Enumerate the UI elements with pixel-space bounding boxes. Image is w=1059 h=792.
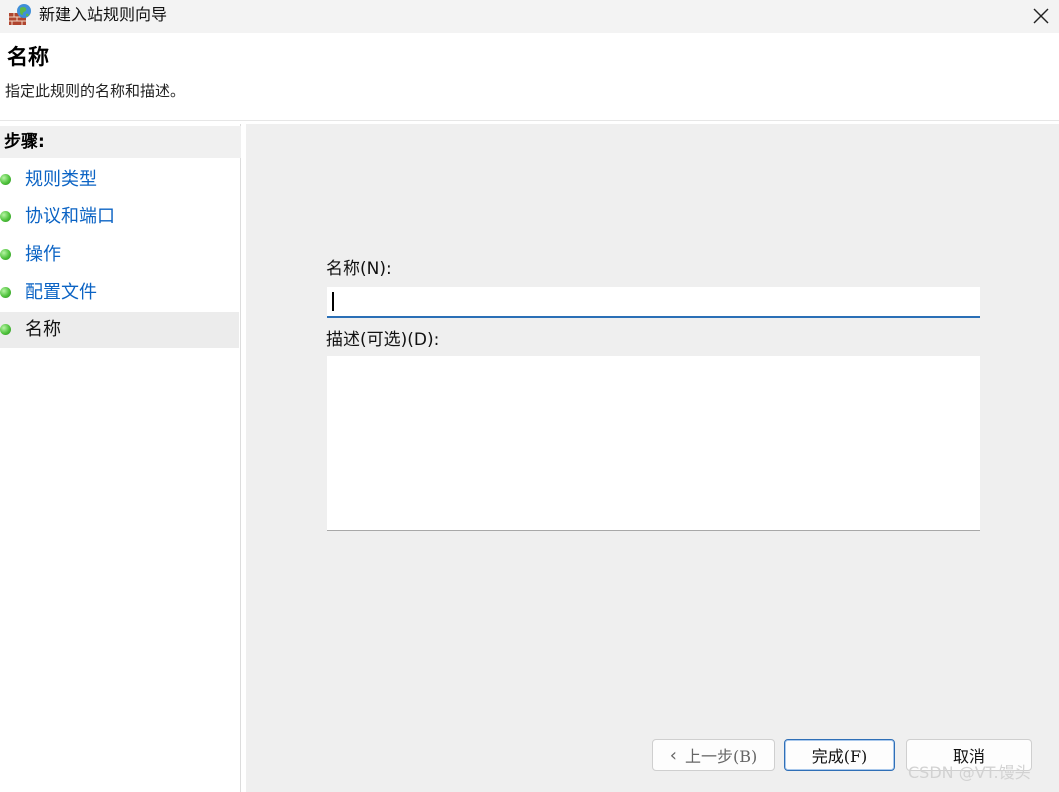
step-label: 操作 [25, 244, 61, 265]
page-title: 名称 [7, 45, 49, 69]
step-name[interactable]: 名称 [0, 312, 239, 348]
step-status-icon [0, 287, 11, 298]
wizard-header: 名称 指定此规则的名称和描述。 [0, 33, 1059, 121]
name-field-label: 名称(N): [326, 259, 392, 279]
step-action[interactable]: 操作 [0, 237, 239, 273]
step-label: 配置文件 [25, 282, 97, 303]
content-pane: 名称(N): 描述(可选)(D): ‹ 上一步(B) 完成(F) 取消 [246, 124, 1059, 792]
step-protocol-and-ports[interactable]: 协议和端口 [0, 199, 239, 235]
back-button[interactable]: ‹ 上一步(B) [652, 739, 775, 771]
steps-heading: 步骤: [0, 126, 241, 158]
description-field-label: 描述(可选)(D): [326, 330, 440, 350]
close-button[interactable] [1022, 0, 1059, 31]
firewall-globe-icon [8, 3, 32, 27]
chevron-left-icon: ‹ [669, 744, 677, 766]
step-status-icon [0, 174, 11, 185]
step-status-icon [0, 324, 11, 335]
steps-heading-label: 步骤: [4, 132, 45, 152]
steps-pane: 步骤: 规则类型 协议和端口 操作 配置文件 名称 [0, 124, 241, 792]
step-label: 名称 [25, 319, 61, 340]
step-status-icon [0, 249, 11, 260]
step-label: 规则类型 [25, 169, 97, 190]
watermark: CSDN @VT.馒头 [908, 763, 1031, 782]
window-title: 新建入站规则向导 [39, 5, 168, 24]
back-button-label: 上一步(B) [684, 747, 758, 766]
page-description: 指定此规则的名称和描述。 [5, 82, 186, 100]
close-icon [1033, 8, 1048, 23]
finish-button[interactable]: 完成(F) [784, 739, 895, 771]
step-profile[interactable]: 配置文件 [0, 275, 239, 311]
step-rule-type[interactable]: 规则类型 [0, 162, 239, 198]
step-label: 协议和端口 [25, 206, 115, 227]
title-bar: 新建入站规则向导 [0, 0, 1059, 33]
text-caret [332, 292, 334, 311]
description-textarea[interactable] [327, 356, 980, 531]
name-input[interactable] [327, 287, 980, 318]
step-status-icon [0, 211, 11, 222]
finish-button-label: 完成(F) [811, 747, 868, 766]
